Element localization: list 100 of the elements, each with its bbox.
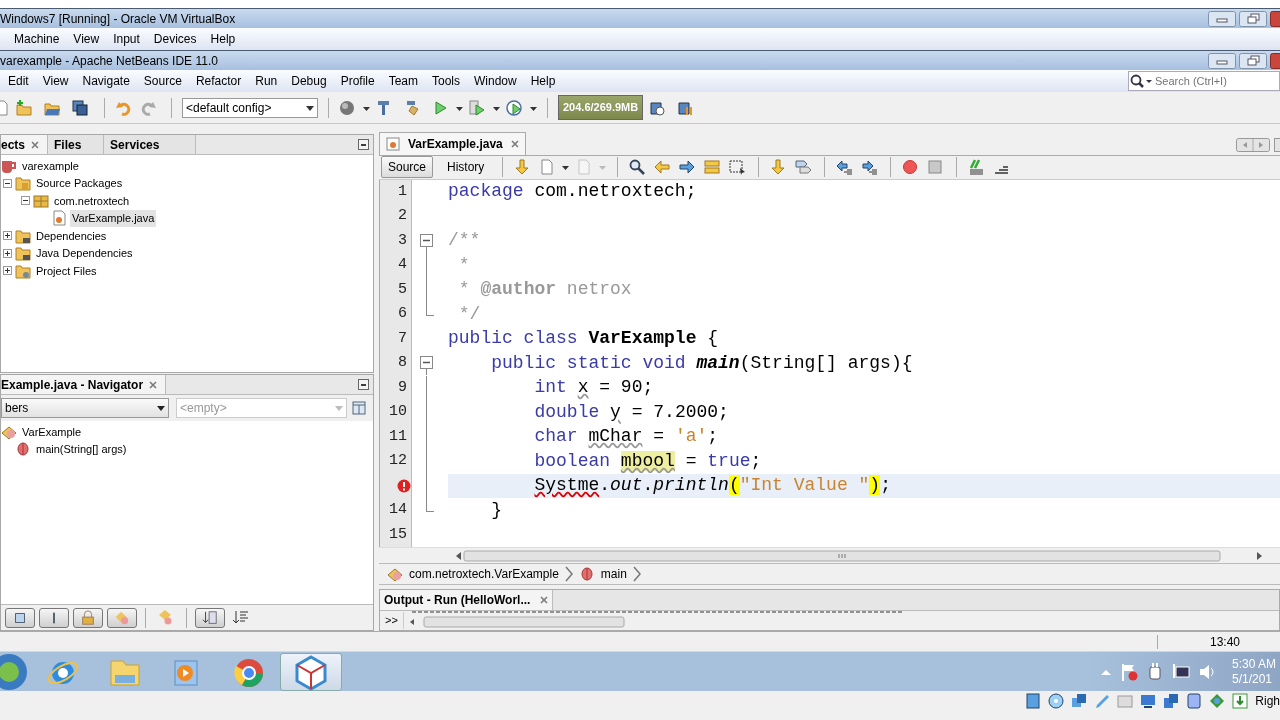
config-dropdown[interactable]: <default config> [182, 97, 318, 118]
close-button[interactable] [1270, 52, 1280, 69]
line-number: 7 [398, 328, 407, 349]
line-number: 11 [389, 426, 407, 447]
minimize-button[interactable] [358, 379, 369, 391]
expand-toggle[interactable] [3, 266, 12, 276]
shapes-icon[interactable] [107, 607, 137, 628]
code-line: */ [457, 302, 481, 326]
line-number: 3 [398, 230, 407, 251]
power-plug-icon[interactable] [1146, 661, 1164, 682]
bar-icon[interactable] [39, 607, 69, 628]
search-input[interactable]: Search (Ctrl+I) [1153, 72, 1277, 90]
close-icon[interactable] [540, 595, 549, 604]
tree-item[interactable]: main(String[] args) [34, 441, 129, 458]
line-number: 6 [398, 304, 407, 325]
download-icon[interactable] [1232, 693, 1249, 709]
chevron-icon[interactable] [632, 565, 641, 582]
storage-icon[interactable] [1025, 693, 1042, 709]
close-icon[interactable] [510, 140, 519, 148]
flag-icon[interactable] [1120, 661, 1138, 682]
diamond-icon[interactable] [1209, 693, 1226, 709]
tree-item[interactable]: Source Packages [34, 175, 125, 192]
view-tab[interactable]: Source [381, 156, 434, 179]
menu-item[interactable]: Machine [7, 30, 67, 48]
editor-tab[interactable]: VarExample.java [379, 132, 526, 155]
tree-item[interactable]: VarExample.java [70, 210, 157, 227]
scope-dropdown: <empty> [176, 398, 347, 419]
play-document-icon[interactable] [469, 99, 487, 116]
panel-tab[interactable]: Services [104, 135, 197, 154]
panel-tab[interactable]: Output - Run (HelloWorl... [380, 589, 554, 610]
arrow-left-icon[interactable] [654, 159, 673, 176]
restore-button[interactable] [1239, 10, 1267, 27]
filter-dropdown[interactable]: bers [1, 398, 169, 419]
breadcrumb-item[interactable]: main [600, 564, 627, 583]
minimize-button[interactable] [358, 139, 369, 150]
breadcrumb-item[interactable]: com.netroxtech.VarExample [409, 564, 559, 583]
new-file-icon[interactable] [0, 99, 10, 116]
view-tab[interactable]: History [440, 156, 492, 179]
line-number: 12 [389, 451, 407, 472]
globe-icon[interactable] [339, 99, 357, 116]
line-number: 2 [398, 206, 407, 227]
restore-button[interactable] [1239, 52, 1267, 69]
expand-toggle[interactable] [3, 231, 12, 241]
expand-button[interactable]: >> [380, 612, 404, 629]
panel-tab[interactable]: Example.java - Navigator [1, 375, 167, 395]
search-field[interactable]: Search (Ctrl+I) [1128, 71, 1280, 91]
sort-icon[interactable] [195, 607, 225, 628]
shift-left-icon[interactable] [836, 159, 855, 176]
search-icon[interactable] [1129, 73, 1153, 89]
panel-icon[interactable] [351, 400, 369, 417]
menu-item[interactable]: Team [381, 72, 425, 90]
tree-item[interactable]: com.netroxtech [52, 192, 132, 209]
screen-icon[interactable] [1140, 693, 1157, 709]
tags-icon[interactable] [795, 159, 814, 176]
close-button[interactable] [1270, 10, 1280, 27]
menu-item[interactable]: Devices [146, 30, 204, 48]
tree-item[interactable]: Java Dependencies [34, 245, 135, 262]
code-line: double y = 7.2000; [533, 400, 729, 424]
close-icon[interactable] [31, 140, 40, 149]
menu-item[interactable]: View [66, 30, 107, 48]
play-clock-icon[interactable] [506, 99, 524, 116]
chevron-icon[interactable] [564, 565, 573, 582]
expand-toggle[interactable] [3, 248, 12, 258]
cube-icon[interactable] [280, 652, 342, 691]
menu-item[interactable]: Input [106, 30, 147, 48]
tree-item[interactable]: varexample [20, 157, 81, 174]
menu-item[interactable]: Refactor [188, 72, 249, 90]
menu-item[interactable]: Source [136, 72, 189, 90]
tree-item[interactable]: VarExample [20, 423, 84, 441]
menu-item[interactable]: Help [523, 72, 563, 90]
square-icon[interactable] [5, 607, 35, 628]
window-title: Windows7 [Running] - Oracle VM VirtualBox [0, 10, 236, 28]
chip-icon[interactable] [1186, 693, 1203, 709]
menu-item[interactable]: Debug [284, 72, 334, 90]
windows-icon[interactable] [1163, 693, 1180, 709]
expand-toggle[interactable] [21, 196, 30, 206]
menu-item[interactable]: Help [203, 30, 243, 48]
expand-toggle[interactable] [3, 178, 12, 188]
menu-item[interactable]: Edit [1, 72, 36, 90]
scrollbar[interactable] [454, 549, 1264, 562]
disc-icon[interactable] [1048, 693, 1065, 709]
menu-item[interactable]: Profile [333, 72, 382, 90]
cursor-position: 13:40 [1209, 633, 1240, 651]
highlight-icon[interactable] [704, 159, 723, 176]
menu-item[interactable]: Run [248, 72, 285, 90]
shift-right-icon[interactable] [861, 159, 880, 176]
close-icon[interactable] [149, 380, 158, 389]
padlock-icon[interactable] [73, 607, 103, 628]
tab-scroll-button[interactable] [1236, 137, 1270, 152]
panel-tab[interactable]: Files [48, 135, 105, 154]
panel-tab[interactable]: ects [1, 135, 49, 154]
menu-item[interactable]: Tools [425, 72, 467, 90]
windows-icon[interactable] [1071, 693, 1088, 709]
menu-item[interactable]: Navigate [75, 72, 137, 90]
tree-item[interactable]: Project Files [34, 262, 99, 279]
menu-item[interactable]: Window [467, 72, 524, 90]
pen-icon[interactable] [1094, 693, 1111, 709]
code-line: char mChar = 'a'; [533, 425, 719, 449]
tree-item[interactable]: Dependencies [34, 227, 109, 244]
menu-item[interactable]: View [35, 72, 76, 90]
